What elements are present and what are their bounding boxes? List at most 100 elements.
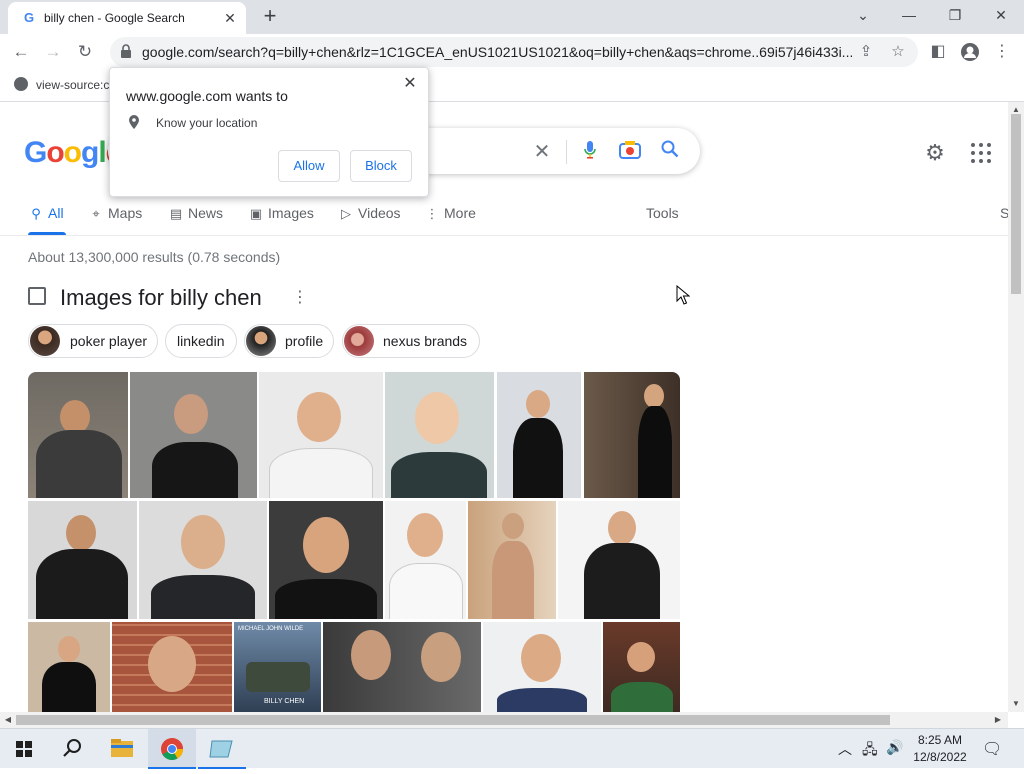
camera-lens-icon[interactable] xyxy=(618,140,642,164)
face-shape xyxy=(58,636,80,662)
face-shape xyxy=(644,384,664,408)
restore-button[interactable]: ❐ xyxy=(940,4,970,26)
new-tab-button[interactable]: + xyxy=(256,4,284,30)
face-shape xyxy=(407,513,443,557)
search-icon[interactable] xyxy=(658,140,682,164)
image-result[interactable] xyxy=(497,372,581,498)
file-explorer-icon[interactable] xyxy=(98,729,146,769)
popup-title: www.google.com wants to xyxy=(126,88,288,104)
address-bar[interactable]: google.com/search?q=billy+chen&rlz=1C1GC… xyxy=(110,37,918,67)
vertical-scrollbar[interactable]: ▲ ▼ xyxy=(1008,102,1024,712)
profile-icon[interactable] xyxy=(958,40,982,64)
face-shape xyxy=(148,636,196,692)
body-shape xyxy=(152,442,238,498)
face-shape xyxy=(502,513,524,539)
image-result[interactable] xyxy=(385,501,466,619)
vertical-scroll-thumb[interactable] xyxy=(1011,114,1021,294)
allow-button[interactable]: Allow xyxy=(278,150,340,182)
lock-icon[interactable] xyxy=(120,44,132,58)
chip-profile[interactable]: profile xyxy=(244,324,334,358)
tab-more[interactable]: ⋮ More xyxy=(424,205,476,227)
reload-icon[interactable]: ↻ xyxy=(72,40,98,64)
horizontal-scrollbar[interactable]: ◀ ▶ xyxy=(0,712,1008,728)
chip-linkedin[interactable]: linkedin xyxy=(165,324,237,358)
url-text[interactable]: google.com/search?q=billy+chen&rlz=1C1GC… xyxy=(142,44,852,60)
chrome-icon[interactable] xyxy=(148,729,196,769)
browser-tab[interactable]: G billy chen - Google Search ✕ xyxy=(8,2,246,34)
menu-icon[interactable]: ⋮ xyxy=(990,40,1014,64)
back-icon[interactable]: ← xyxy=(8,40,34,64)
horizontal-scroll-thumb[interactable] xyxy=(16,715,890,725)
image-result[interactable] xyxy=(468,501,556,619)
close-window-button[interactable]: ✕ xyxy=(986,4,1016,26)
clock-date: 12/8/2022 xyxy=(913,750,967,764)
truncated-link[interactable]: S xyxy=(1000,205,1008,227)
images-heading[interactable]: Images for billy chen xyxy=(60,285,262,311)
notifications-icon[interactable]: 🗨 xyxy=(982,739,1002,759)
clear-icon[interactable]: ✕ xyxy=(530,140,554,164)
tab-images[interactable]: ▣ Images xyxy=(248,205,314,227)
image-result[interactable] xyxy=(28,372,128,498)
book-cover-caption: MICHAEL JOHN WILDE xyxy=(238,626,304,632)
image-result[interactable] xyxy=(385,372,494,498)
chevron-up-icon[interactable]: ︿ xyxy=(838,739,852,759)
face-shape xyxy=(181,515,225,569)
google-logo[interactable]: Google xyxy=(24,136,122,170)
tools-button[interactable]: Tools xyxy=(646,205,679,227)
system-clock[interactable]: 8:25 AM 12/8/2022 xyxy=(900,732,980,766)
image-result[interactable] xyxy=(112,622,232,712)
image-result[interactable] xyxy=(584,372,680,498)
block-button[interactable]: Block xyxy=(350,150,412,182)
app-icon[interactable] xyxy=(198,729,246,769)
image-result[interactable] xyxy=(130,372,257,498)
mouse-cursor-icon xyxy=(676,285,690,305)
image-result[interactable]: MICHAEL JOHN WILDE BILLY CHEN xyxy=(234,622,321,712)
tab-close-icon[interactable]: ✕ xyxy=(220,8,240,28)
image-result[interactable] xyxy=(139,501,267,619)
tab-all[interactable]: ⚲ All xyxy=(28,205,63,227)
image-result[interactable] xyxy=(483,622,601,712)
image-result[interactable] xyxy=(259,372,383,498)
share-icon[interactable]: ⇪ xyxy=(855,41,877,63)
image-result[interactable] xyxy=(558,501,680,619)
microphone-icon[interactable] xyxy=(578,140,602,164)
face-shape xyxy=(415,392,459,444)
scroll-right-icon[interactable]: ▶ xyxy=(990,712,1006,728)
scroll-left-icon[interactable]: ◀ xyxy=(0,712,16,728)
chip-thumb xyxy=(344,326,374,356)
windows-start-icon[interactable] xyxy=(0,729,48,769)
more-options-icon[interactable]: ⋮ xyxy=(292,287,308,307)
image-result[interactable] xyxy=(323,622,481,712)
search-icon[interactable] xyxy=(48,729,96,769)
tab-maps[interactable]: ⌖ Maps xyxy=(88,205,142,227)
face-shape xyxy=(60,400,90,434)
settings-gear-icon[interactable]: ⚙ xyxy=(922,140,948,166)
image-result[interactable] xyxy=(603,622,680,712)
tab-label: Maps xyxy=(108,205,143,221)
chip-nexus-brands[interactable]: nexus brands xyxy=(342,324,480,358)
star-icon[interactable]: ☆ xyxy=(887,41,909,63)
image-icon xyxy=(28,287,46,305)
scroll-down-icon[interactable]: ▼ xyxy=(1008,696,1024,712)
image-result[interactable] xyxy=(28,622,110,712)
signature-text: BILLY CHEN xyxy=(264,698,305,705)
minimize-button[interactable]: — xyxy=(894,4,924,26)
image-result[interactable] xyxy=(269,501,383,619)
tab-search-icon[interactable]: ⌄ xyxy=(848,4,878,26)
face-shape xyxy=(521,634,561,682)
chip-poker-player[interactable]: poker player xyxy=(28,324,158,358)
forward-icon[interactable]: → xyxy=(40,40,66,64)
tab-label: Images xyxy=(268,205,314,221)
tab-videos[interactable]: ▷ Videos xyxy=(338,205,401,227)
chip-label: nexus brands xyxy=(383,333,468,349)
close-icon[interactable]: ✕ xyxy=(400,74,420,94)
chip-label: linkedin xyxy=(177,333,225,349)
tab-news[interactable]: ▤ News xyxy=(168,205,223,227)
popup-message: Know your location xyxy=(156,116,258,130)
sidepanel-icon[interactable]: ◧ xyxy=(926,40,950,64)
image-result[interactable] xyxy=(28,501,137,619)
google-apps-icon[interactable] xyxy=(970,142,992,164)
bookmark-view-source[interactable]: view-source:c xyxy=(14,77,109,95)
network-icon[interactable]: 🖧 xyxy=(862,739,878,763)
active-tab-indicator xyxy=(28,232,66,235)
